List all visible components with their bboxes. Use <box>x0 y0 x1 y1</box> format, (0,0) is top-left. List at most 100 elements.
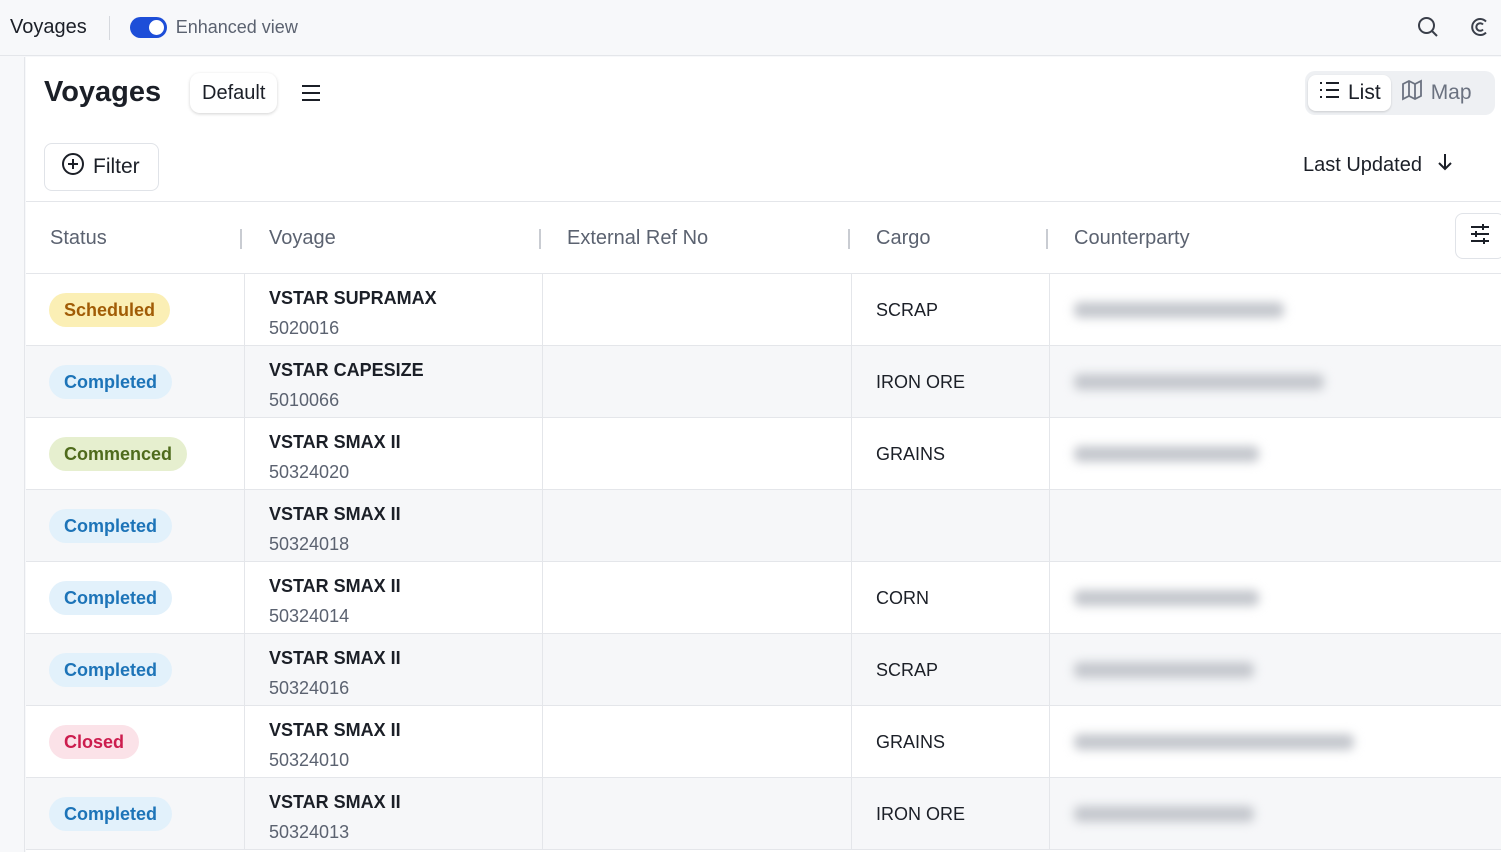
table-row[interactable]: Completed VSTAR CAPESIZE 5010066 IRON OR… <box>26 346 1501 418</box>
column-header-cargo[interactable]: Cargo <box>876 202 930 274</box>
voyage-code: 50324018 <box>269 534 350 554</box>
column-resize-handle[interactable] <box>539 229 541 249</box>
table-row[interactable]: Closed VSTAR SMAX II 50324010 GRAINS <box>26 706 1501 778</box>
status-badge: Completed <box>49 581 173 615</box>
add-circle-icon <box>61 152 93 182</box>
column-resize-handle[interactable] <box>848 229 850 249</box>
external-ref-cell <box>542 418 851 489</box>
status-badge: Closed <box>49 725 140 759</box>
cargo-cell: GRAINS <box>851 418 1049 489</box>
cargo-value: CORN <box>876 588 929 608</box>
sort-button[interactable]: Last Updated <box>1303 152 1454 178</box>
voyage-code: 5020016 <box>269 318 340 338</box>
enhanced-view-toggle[interactable] <box>129 17 167 38</box>
cargo-value: IRON ORE <box>876 372 966 392</box>
redacted-counterparty <box>1074 734 1354 750</box>
counterparty-cell <box>1049 274 1501 345</box>
external-ref-cell <box>542 778 851 849</box>
list-view-button[interactable]: List <box>1308 75 1391 111</box>
cargo-cell: SCRAP <box>851 274 1049 345</box>
voyage-cell: VSTAR SMAX II 50324010 <box>244 706 542 777</box>
voyage-cell: VSTAR CAPESIZE 5010066 <box>244 346 542 417</box>
cargo-cell: IRON ORE <box>851 346 1049 417</box>
toggle-knob <box>148 20 164 35</box>
map-view-label: Map <box>1430 81 1472 104</box>
cargo-value: SCRAP <box>876 660 939 680</box>
counterparty-cell <box>1049 346 1501 417</box>
counterparty-cell <box>1049 418 1501 489</box>
external-ref-cell <box>542 562 851 633</box>
redacted-counterparty <box>1074 446 1259 462</box>
external-ref-cell <box>542 706 851 777</box>
table-row[interactable]: Completed VSTAR SMAX II 50324018 <box>26 490 1501 562</box>
column-header-counterparty[interactable]: Counterparty <box>1074 202 1190 274</box>
table-row[interactable]: Completed VSTAR SMAX II 50324016 SCRAP <box>26 634 1501 706</box>
counterparty-cell <box>1049 634 1501 705</box>
voyage-name: VSTAR SMAX II <box>269 720 401 740</box>
list-icon <box>1318 80 1348 106</box>
redacted-counterparty <box>1074 806 1254 822</box>
column-resize-handle[interactable] <box>240 229 242 249</box>
cargo-cell: CORN <box>851 562 1049 633</box>
sliders-icon <box>1468 222 1492 251</box>
saved-view-button[interactable]: Default <box>190 73 278 113</box>
menu-icon[interactable] <box>300 82 322 109</box>
counterparty-cell <box>1049 490 1501 561</box>
cargo-value: GRAINS <box>876 732 946 752</box>
view-mode-switch: List Map <box>1305 71 1495 115</box>
counterparty-cell <box>1049 706 1501 777</box>
voyage-cell: VSTAR SMAX II 50324018 <box>244 490 542 561</box>
table-row[interactable]: Completed VSTAR SMAX II 50324013 IRON OR… <box>26 778 1501 850</box>
voyage-name: VSTAR SMAX II <box>269 792 401 812</box>
counterparty-cell <box>1049 562 1501 633</box>
voyage-name: VSTAR SUPRAMAX <box>269 288 437 308</box>
voyage-code: 50324014 <box>269 606 350 626</box>
table-row[interactable]: Commenced VSTAR SMAX II 50324020 GRAINS <box>26 418 1501 490</box>
status-cell: Completed <box>26 778 244 849</box>
redacted-counterparty <box>1074 302 1284 318</box>
voyage-name: VSTAR CAPESIZE <box>269 360 424 380</box>
status-cell: Completed <box>26 562 244 633</box>
column-header-external-ref[interactable]: External Ref No <box>567 202 708 274</box>
counterparty-cell <box>1049 778 1501 849</box>
column-header-status[interactable]: Status <box>50 202 107 274</box>
voyage-name: VSTAR SMAX II <box>269 576 401 596</box>
redacted-counterparty <box>1074 374 1324 390</box>
table-row[interactable]: Scheduled VSTAR SUPRAMAX 5020016 SCRAP <box>26 274 1501 346</box>
cargo-value: IRON ORE <box>876 804 966 824</box>
voyage-code: 50324010 <box>269 750 350 770</box>
map-icon <box>1401 79 1431 107</box>
brand-logo-icon[interactable] <box>1466 13 1494 41</box>
column-header-voyage[interactable]: Voyage <box>269 202 336 274</box>
status-badge: Commenced <box>49 437 188 471</box>
voyage-cell: VSTAR SMAX II 50324020 <box>244 418 542 489</box>
search-icon[interactable] <box>1414 13 1442 41</box>
cargo-cell: SCRAP <box>851 634 1049 705</box>
voyage-code: 50324013 <box>269 822 350 842</box>
voyage-name: VSTAR SMAX II <box>269 504 401 524</box>
map-view-button[interactable]: Map <box>1391 75 1482 111</box>
cargo-value: GRAINS <box>876 444 946 464</box>
voyage-cell: VSTAR SMAX II 50324014 <box>244 562 542 633</box>
redacted-counterparty <box>1074 662 1254 678</box>
external-ref-cell <box>542 634 851 705</box>
status-badge: Completed <box>49 365 173 399</box>
column-resize-handle[interactable] <box>1046 229 1048 249</box>
status-badge: Scheduled <box>49 293 171 327</box>
column-settings-button[interactable] <box>1455 213 1501 259</box>
table-row[interactable]: Completed VSTAR SMAX II 50324014 CORN <box>26 562 1501 634</box>
voyage-name: VSTAR SMAX II <box>269 648 401 668</box>
status-cell: Commenced <box>26 418 244 489</box>
filter-button[interactable]: Filter <box>44 143 159 191</box>
cargo-cell: GRAINS <box>851 706 1049 777</box>
status-cell: Completed <box>26 634 244 705</box>
table-body: Scheduled VSTAR SUPRAMAX 5020016 SCRAP C… <box>26 274 1501 850</box>
page-title: Voyages <box>44 76 162 108</box>
status-cell: Closed <box>26 706 244 777</box>
voyage-code: 5010066 <box>269 390 340 410</box>
app-title: Voyages <box>10 16 87 38</box>
voyage-cell: VSTAR SMAX II 50324016 <box>244 634 542 705</box>
table-header: Status Voyage External Ref No Cargo Coun… <box>26 201 1501 274</box>
status-cell: Completed <box>26 490 244 561</box>
voyage-cell: VSTAR SUPRAMAX 5020016 <box>244 274 542 345</box>
